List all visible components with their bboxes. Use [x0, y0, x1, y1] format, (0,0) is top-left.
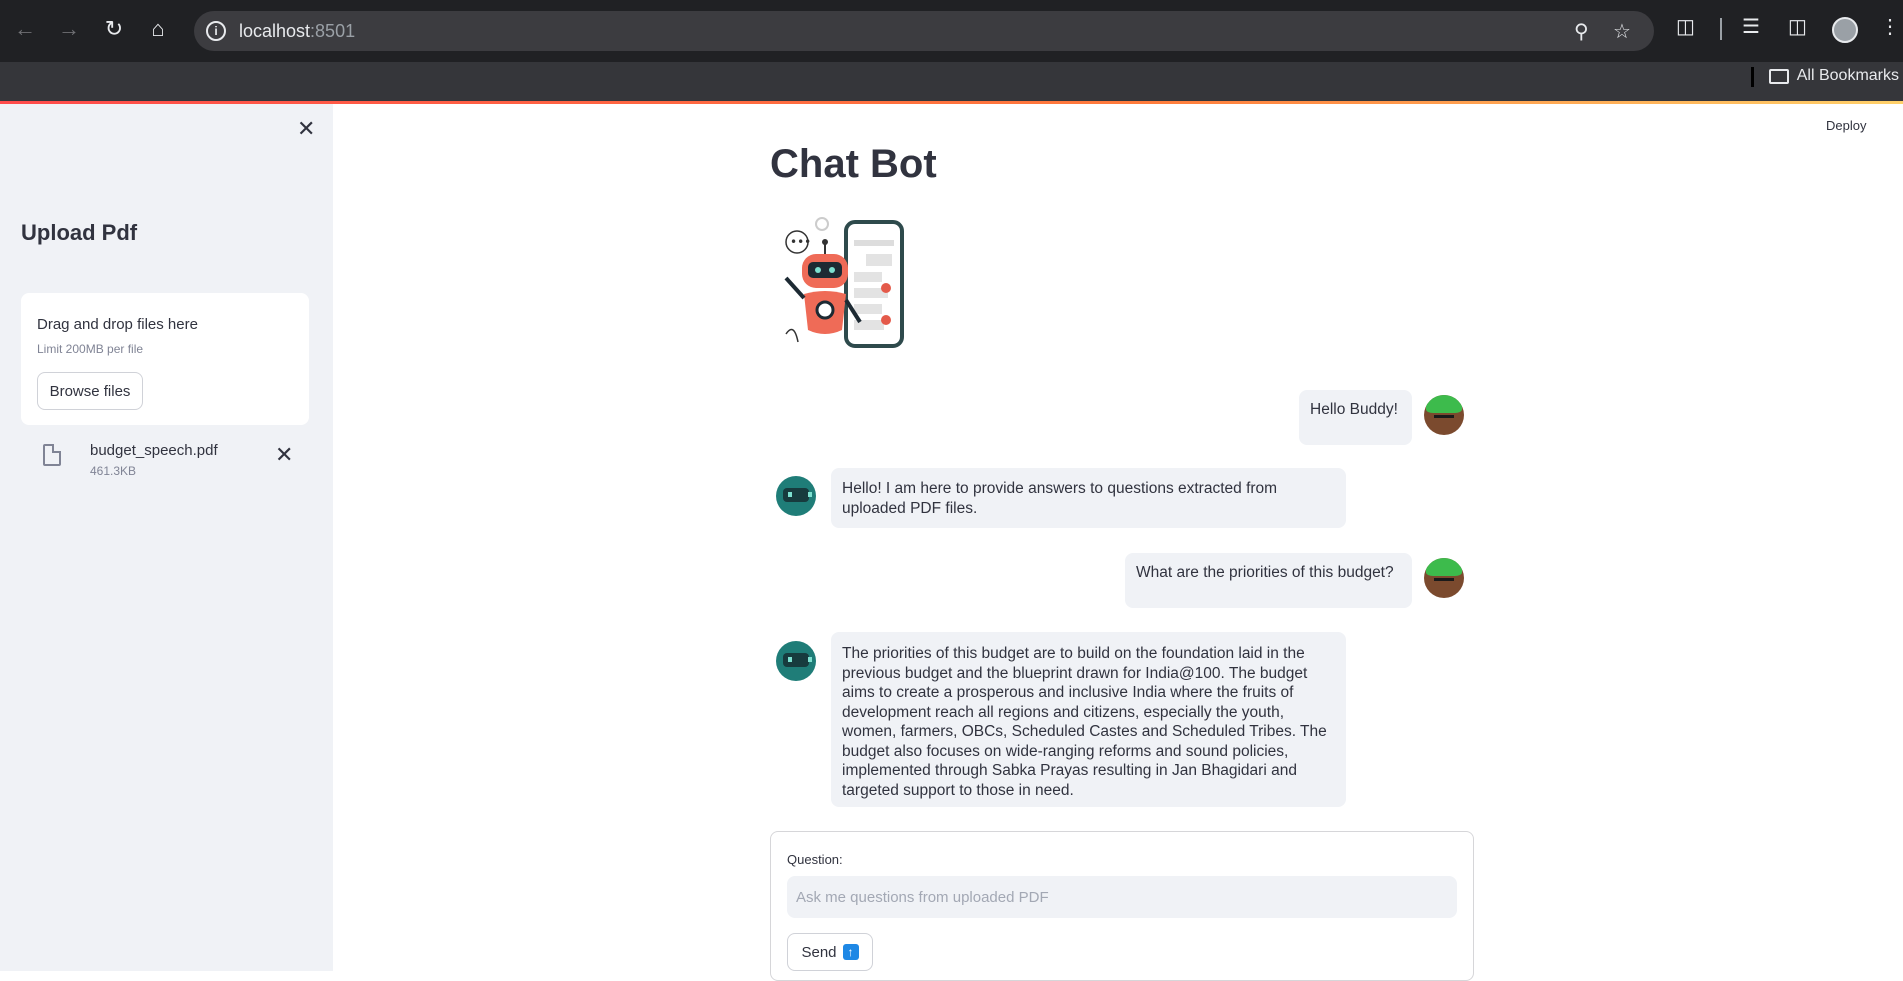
arrow-up-icon: ↑	[842, 944, 859, 960]
user-message: What are the priorities of this budget?	[1125, 553, 1412, 608]
bookmarks-bar	[0, 62, 1903, 102]
bot-message: The priorities of this budget are to bui…	[831, 632, 1346, 807]
file-size: 461.3KB	[90, 464, 137, 478]
message-text: The priorities of this budget are to bui…	[842, 645, 1327, 799]
folder-icon	[1768, 68, 1789, 84]
close-sidebar-icon[interactable]: ✕	[297, 116, 315, 142]
message-text: Hello! I am here to provide answers to q…	[842, 480, 1278, 517]
message-text: What are the priorities of this budget?	[1136, 564, 1394, 581]
bot-avatar	[776, 476, 816, 516]
file-name: budget_speech.pdf	[90, 442, 218, 459]
home-icon[interactable]: ⌂	[143, 14, 173, 44]
url-port: :8501	[310, 21, 356, 41]
file-dropzone[interactable]: Drag and drop files here Limit 200MB per…	[21, 293, 309, 425]
profile-avatar[interactable]	[1832, 17, 1858, 43]
dropzone-limit: Limit 200MB per file	[37, 342, 144, 356]
deploy-button[interactable]: Deploy	[1826, 118, 1866, 133]
back-icon[interactable]: ←	[10, 14, 40, 44]
sidebar: ✕ Upload Pdf Drag and drop files here Li…	[0, 104, 333, 971]
all-bookmarks-label: All Bookmarks	[1796, 67, 1899, 84]
forward-icon[interactable]: →	[54, 14, 84, 44]
sidebar-title: Upload Pdf	[21, 220, 138, 245]
menu-icon[interactable]: ⋮	[1880, 14, 1900, 39]
user-avatar	[1424, 395, 1464, 435]
bookmark-star-icon[interactable]: ☆	[1613, 19, 1631, 44]
send-button[interactable]: Send ↑	[787, 933, 873, 971]
file-icon	[43, 444, 61, 466]
extensions-icon[interactable]: ◫	[1676, 14, 1695, 39]
media-controls-icon[interactable]: ☰	[1742, 14, 1760, 39]
bookmarks-divider	[1751, 67, 1754, 87]
user-message: Hello Buddy!	[1299, 390, 1412, 445]
url-host: localhost	[239, 21, 311, 41]
svg-text:•••: •••	[790, 235, 811, 249]
address-bar[interactable]: i localhost:8501 ⚲ ☆	[194, 11, 1654, 51]
bot-avatar	[776, 641, 816, 681]
user-avatar	[1424, 558, 1464, 598]
reload-icon[interactable]: ↻	[99, 14, 129, 44]
dropzone-title: Drag and drop files here	[37, 316, 198, 333]
send-label: Send	[801, 943, 837, 961]
question-label: Question:	[787, 852, 843, 867]
question-input[interactable]	[787, 876, 1457, 918]
browse-files-button[interactable]: Browse files	[37, 372, 143, 410]
page-title: Chat Bot	[770, 142, 937, 186]
side-panel-icon[interactable]: ◫	[1788, 14, 1807, 39]
chatbot-illustration: •••	[784, 217, 904, 348]
remove-file-icon[interactable]: ✕	[275, 442, 293, 468]
uploaded-file: budget_speech.pdf 461.3KB ✕	[21, 436, 309, 486]
url-text[interactable]: localhost:8501	[239, 21, 355, 42]
question-form: Question: Send ↑	[770, 831, 1474, 981]
bot-message: Hello! I am here to provide answers to q…	[831, 468, 1346, 528]
message-text: Hello Buddy!	[1310, 401, 1398, 418]
site-info-icon[interactable]: i	[206, 21, 226, 41]
browser-toolbar: ← → ↻ ⌂ i localhost:8501 ⚲ ☆ ◫ ☰ ◫ ⋮	[0, 0, 1903, 62]
toolbar-divider	[1720, 18, 1722, 40]
zoom-icon[interactable]: ⚲	[1574, 19, 1589, 44]
all-bookmarks[interactable]: All Bookmarks	[1768, 67, 1899, 85]
